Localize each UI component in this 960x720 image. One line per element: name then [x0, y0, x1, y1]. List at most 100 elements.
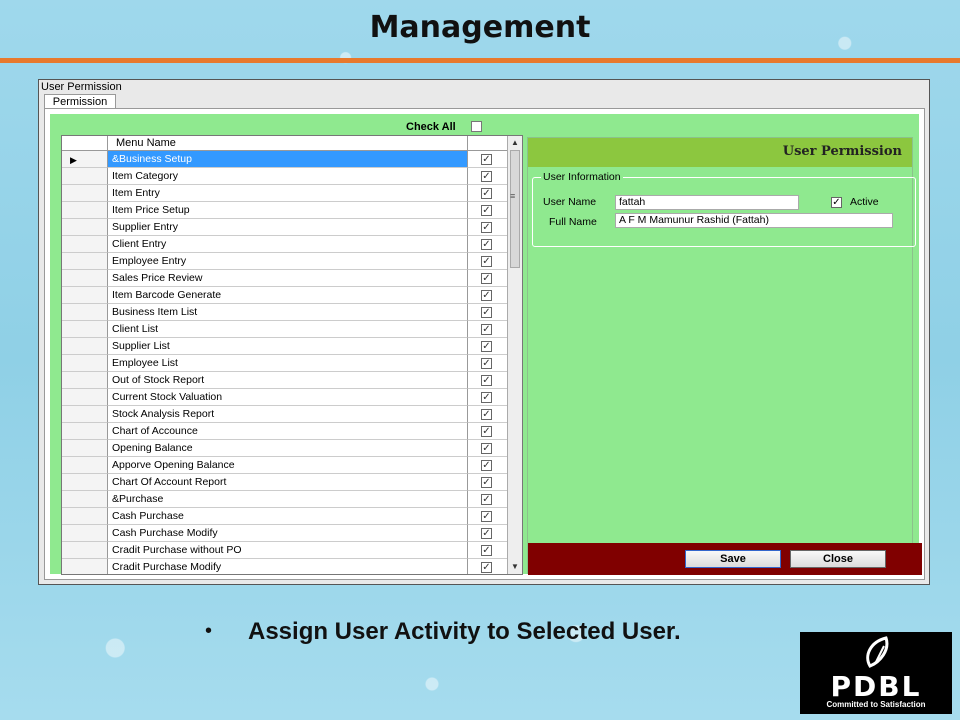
menu-name-cell[interactable]: Sales Price Review [108, 270, 468, 287]
permission-checkbox[interactable]: ✓ [481, 307, 492, 318]
grid-scrollbar[interactable]: ▲ ≡ ▼ [507, 136, 522, 574]
table-row[interactable]: Employee List ✓ [62, 355, 508, 372]
row-selector[interactable] [62, 457, 108, 474]
row-selector[interactable] [62, 185, 108, 202]
row-selector[interactable] [62, 253, 108, 270]
column-header-menu-name[interactable]: Menu Name [108, 136, 468, 151]
table-row[interactable]: Client Entry ✓ [62, 236, 508, 253]
row-selector[interactable] [62, 406, 108, 423]
row-selector[interactable] [62, 236, 108, 253]
row-selector[interactable] [62, 168, 108, 185]
menu-name-cell[interactable]: &Purchase [108, 491, 468, 508]
permission-checkbox[interactable]: ✓ [481, 562, 492, 573]
full-name-field[interactable]: A F M Mamunur Rashid (Fattah) [615, 213, 893, 228]
scroll-up-icon[interactable]: ▲ [508, 136, 522, 150]
table-row[interactable]: ▶ &Business Setup ✓ [62, 151, 508, 168]
menu-name-cell[interactable]: Opening Balance [108, 440, 468, 457]
permission-checkbox[interactable]: ✓ [481, 205, 492, 216]
row-selector[interactable] [62, 559, 108, 574]
menu-name-cell[interactable]: Chart of Accounce [108, 423, 468, 440]
row-selector[interactable] [62, 270, 108, 287]
row-selector[interactable] [62, 474, 108, 491]
table-row[interactable]: Business Item List ✓ [62, 304, 508, 321]
row-selector[interactable] [62, 525, 108, 542]
active-checkbox[interactable]: ✓ [831, 197, 842, 208]
permission-checkbox[interactable]: ✓ [481, 358, 492, 369]
table-row[interactable]: Apporve Opening Balance ✓ [62, 457, 508, 474]
table-row[interactable]: Current Stock Valuation ✓ [62, 389, 508, 406]
permission-checkbox[interactable]: ✓ [481, 426, 492, 437]
table-row[interactable]: Client List ✓ [62, 321, 508, 338]
permission-checkbox[interactable]: ✓ [481, 392, 492, 403]
table-row[interactable]: Item Price Setup ✓ [62, 202, 508, 219]
permission-checkbox[interactable]: ✓ [481, 443, 492, 454]
scroll-down-icon[interactable]: ▼ [508, 560, 522, 574]
permission-checkbox[interactable]: ✓ [481, 477, 492, 488]
permission-checkbox[interactable]: ✓ [481, 460, 492, 471]
menu-name-cell[interactable]: Client List [108, 321, 468, 338]
permission-checkbox[interactable]: ✓ [481, 545, 492, 556]
menu-name-cell[interactable]: Cradit Purchase without PO [108, 542, 468, 559]
menu-name-cell[interactable]: Apporve Opening Balance [108, 457, 468, 474]
user-name-field[interactable]: fattah [615, 195, 799, 210]
row-selector[interactable] [62, 491, 108, 508]
menu-name-cell[interactable]: Supplier List [108, 338, 468, 355]
row-selector[interactable] [62, 219, 108, 236]
table-row[interactable]: Stock Analysis Report ✓ [62, 406, 508, 423]
menu-name-cell[interactable]: Employee List [108, 355, 468, 372]
menu-name-cell[interactable]: Stock Analysis Report [108, 406, 468, 423]
permission-checkbox[interactable]: ✓ [481, 511, 492, 522]
menu-name-cell[interactable]: Cash Purchase [108, 508, 468, 525]
permission-checkbox[interactable]: ✓ [481, 409, 492, 420]
menu-name-cell[interactable]: Item Entry [108, 185, 468, 202]
row-selector[interactable] [62, 202, 108, 219]
table-row[interactable]: Cash Purchase ✓ [62, 508, 508, 525]
table-row[interactable]: Cradit Purchase Modify ✓ [62, 559, 508, 574]
menu-name-cell[interactable]: Client Entry [108, 236, 468, 253]
permission-checkbox[interactable]: ✓ [481, 188, 492, 199]
column-header-check[interactable] [468, 136, 508, 151]
row-selector[interactable] [62, 372, 108, 389]
row-selector[interactable]: ▶ [62, 151, 108, 168]
row-selector[interactable] [62, 321, 108, 338]
table-row[interactable]: Item Category ✓ [62, 168, 508, 185]
permission-checkbox[interactable]: ✓ [481, 171, 492, 182]
row-selector[interactable] [62, 389, 108, 406]
row-selector[interactable] [62, 440, 108, 457]
menu-name-cell[interactable]: &Business Setup [108, 151, 468, 168]
row-selector[interactable] [62, 542, 108, 559]
menu-name-cell[interactable]: Item Barcode Generate [108, 287, 468, 304]
row-selector[interactable] [62, 287, 108, 304]
menu-name-cell[interactable]: Current Stock Valuation [108, 389, 468, 406]
check-all-checkbox[interactable] [471, 121, 482, 132]
permission-checkbox[interactable]: ✓ [481, 375, 492, 386]
row-selector[interactable] [62, 355, 108, 372]
scroll-thumb[interactable] [510, 150, 520, 268]
permission-checkbox[interactable]: ✓ [481, 256, 492, 267]
menu-name-cell[interactable]: Item Price Setup [108, 202, 468, 219]
table-row[interactable]: Employee Entry ✓ [62, 253, 508, 270]
table-row[interactable]: Item Entry ✓ [62, 185, 508, 202]
table-row[interactable]: Opening Balance ✓ [62, 440, 508, 457]
row-selector[interactable] [62, 304, 108, 321]
table-row[interactable]: Out of Stock Report ✓ [62, 372, 508, 389]
save-button[interactable]: Save [685, 550, 781, 568]
table-row[interactable]: Cradit Purchase without PO ✓ [62, 542, 508, 559]
menu-name-cell[interactable]: Cradit Purchase Modify [108, 559, 468, 574]
menu-name-cell[interactable]: Supplier Entry [108, 219, 468, 236]
table-row[interactable]: Sales Price Review ✓ [62, 270, 508, 287]
permission-checkbox[interactable]: ✓ [481, 290, 492, 301]
menu-name-cell[interactable]: Employee Entry [108, 253, 468, 270]
menu-name-cell[interactable]: Item Category [108, 168, 468, 185]
menu-name-cell[interactable]: Cash Purchase Modify [108, 525, 468, 542]
table-row[interactable]: Supplier List ✓ [62, 338, 508, 355]
permission-checkbox[interactable]: ✓ [481, 341, 492, 352]
table-row[interactable]: Chart Of Account Report ✓ [62, 474, 508, 491]
menu-name-cell[interactable]: Business Item List [108, 304, 468, 321]
permission-checkbox[interactable]: ✓ [481, 273, 492, 284]
tab-permission[interactable]: Permission [44, 94, 116, 109]
permission-checkbox[interactable]: ✓ [481, 222, 492, 233]
row-selector[interactable] [62, 423, 108, 440]
permission-checkbox[interactable]: ✓ [481, 154, 492, 165]
table-row[interactable]: Supplier Entry ✓ [62, 219, 508, 236]
